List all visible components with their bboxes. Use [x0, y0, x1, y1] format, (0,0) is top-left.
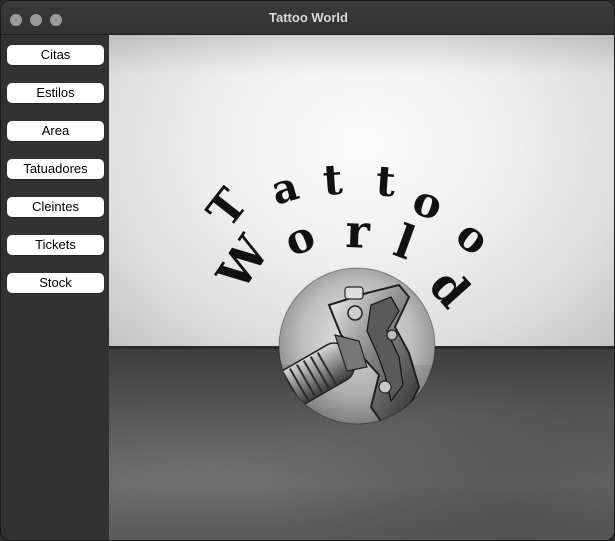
logo-letter: d [419, 258, 481, 318]
stock-button[interactable]: Stock [7, 273, 104, 293]
logo-letter: t [321, 155, 344, 205]
citas-button[interactable]: Citas [7, 45, 104, 65]
logo-letter: a [266, 162, 304, 214]
tattoo-machine-image [278, 267, 436, 425]
logo-letter: t [374, 156, 397, 206]
logo-letter: W [206, 225, 281, 300]
area-button[interactable]: Area [7, 121, 104, 141]
window-title: Tattoo World [269, 10, 348, 25]
logo-letter: o [447, 209, 499, 265]
estilos-button[interactable]: Estilos [7, 83, 104, 103]
app-window: Tattoo World Citas Estilos Area Tatuador… [0, 0, 615, 541]
logo-letter: l [387, 214, 422, 271]
logo-letter: T [197, 179, 258, 236]
main-image-area: T a t t o o W o r l d [109, 35, 614, 540]
tattoo-world-logo: T a t t o o W o r l d [197, 155, 499, 425]
tatuadores-button[interactable]: Tatuadores [7, 159, 104, 179]
title-bar: Tattoo World [1, 1, 614, 35]
logo-letter: r [345, 204, 372, 259]
sidebar: Citas Estilos Area Tatuadores Cleintes T… [1, 35, 109, 540]
tickets-button[interactable]: Tickets [7, 235, 104, 255]
logo-letter: o [277, 210, 321, 266]
clientes-button[interactable]: Cleintes [7, 197, 104, 217]
